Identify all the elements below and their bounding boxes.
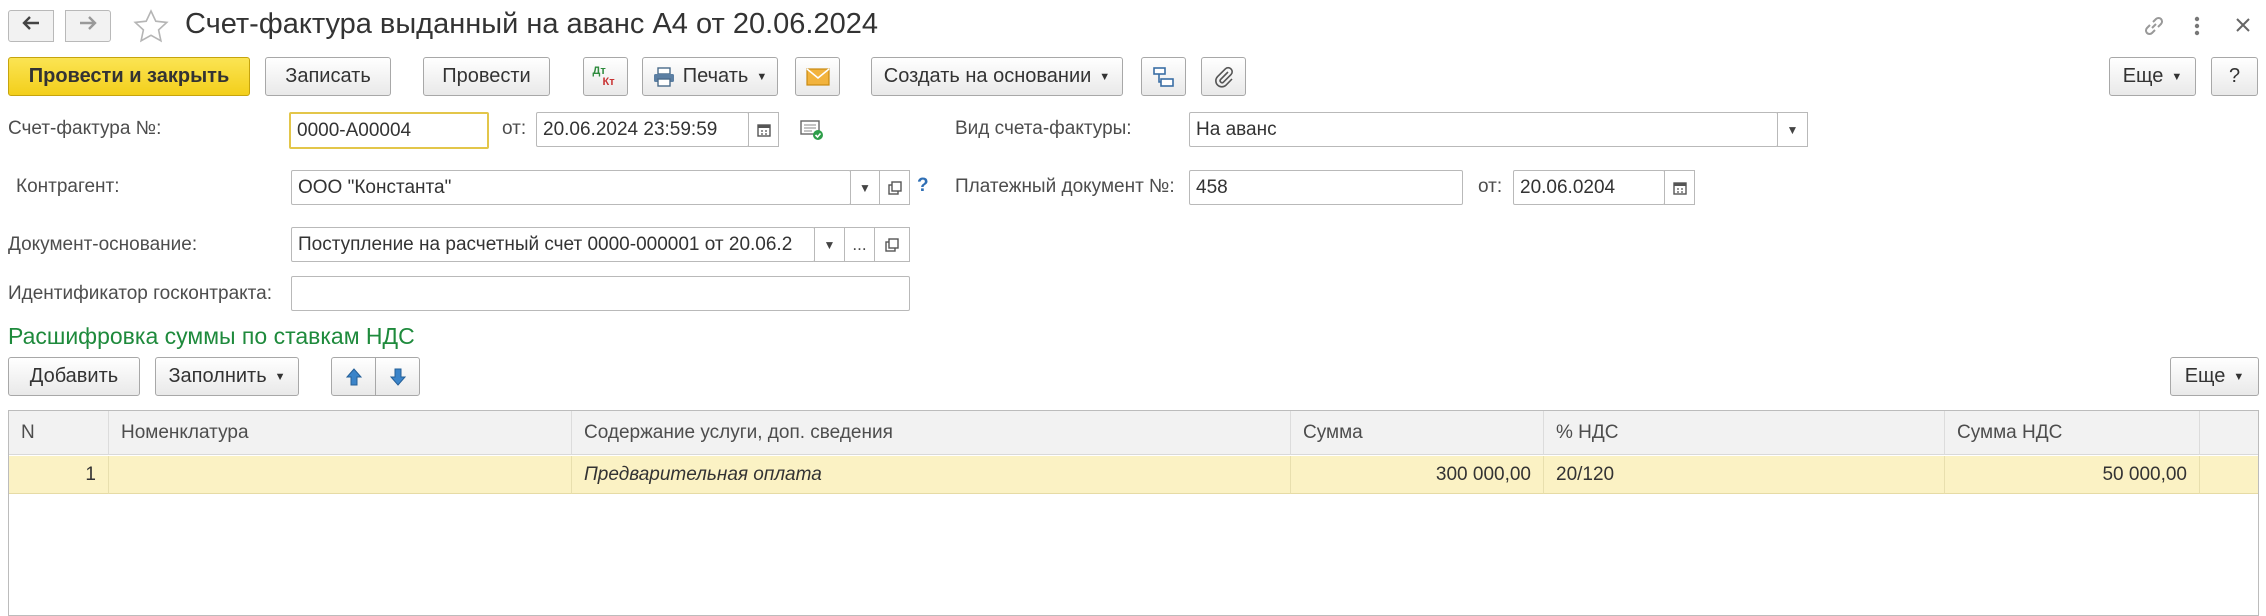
add-row-button[interactable]: Добавить — [8, 357, 140, 396]
close-icon[interactable] — [2232, 14, 2254, 42]
column-header-vat-sum[interactable]: Сумма НДС — [1945, 411, 2200, 455]
paperclip-icon — [1213, 66, 1235, 88]
table-more-button[interactable]: Еще ▼ — [2170, 357, 2259, 396]
invoice-number-label: Счет-фактура №: — [8, 118, 162, 139]
payment-date-from-label: от: — [1478, 176, 1503, 197]
invoice-type-select[interactable]: На аванс — [1189, 112, 1778, 147]
envelope-icon — [805, 67, 830, 86]
payment-date-field[interactable]: 20.06.0204 — [1513, 170, 1665, 205]
email-button[interactable] — [795, 57, 840, 96]
forward-button[interactable] — [65, 10, 111, 42]
save-button[interactable]: Записать — [265, 57, 391, 96]
invoice-date-from-label: от: — [502, 118, 527, 139]
cell-n[interactable]: 1 — [9, 456, 109, 494]
payment-document-field[interactable]: 458 — [1189, 170, 1463, 205]
fill-label: Заполнить — [168, 365, 267, 387]
chevron-down-icon: ▼ — [2171, 70, 2183, 83]
chevron-down-icon: ▼ — [274, 370, 286, 383]
arrow-left-icon — [21, 15, 41, 37]
counterparty-field[interactable]: ООО "Константа" — [291, 170, 851, 205]
base-document-label: Документ-основание: — [8, 234, 198, 255]
back-button[interactable] — [8, 10, 54, 42]
cell-spacer — [2200, 456, 2258, 494]
counterparty-dropdown-button[interactable]: ▼ — [850, 170, 880, 205]
chevron-down-icon: ▼ — [823, 237, 836, 252]
column-header-n[interactable]: N — [9, 411, 109, 455]
payment-calendar-button[interactable] — [1664, 170, 1695, 205]
chevron-down-icon: ▼ — [1786, 122, 1799, 137]
calendar-button[interactable] — [748, 112, 779, 147]
create-based-label: Создать на основании — [883, 65, 1092, 87]
counterparty-label: Контрагент: — [16, 176, 120, 197]
print-label: Печать — [682, 65, 749, 87]
cell-content[interactable]: Предварительная оплата — [572, 456, 1291, 494]
contract-id-field[interactable] — [291, 276, 910, 311]
open-window-icon — [884, 237, 900, 253]
contract-id-label: Идентификатор госконтракта: — [8, 283, 273, 304]
vat-breakdown-title: Расшифровка суммы по ставкам НДС — [8, 323, 415, 349]
arrow-down-icon — [389, 367, 407, 387]
arrow-right-icon — [78, 15, 98, 37]
column-header-item[interactable]: Номенклатура — [109, 411, 572, 455]
vat-table[interactable]: N Номенклатура Содержание услуги, доп. с… — [8, 410, 2259, 616]
payment-document-label: Платежный документ №: — [955, 176, 1175, 197]
printer-icon — [653, 66, 675, 87]
arrow-up-icon — [345, 367, 363, 387]
invoice-type-dropdown-button[interactable]: ▼ — [1777, 112, 1808, 147]
post-and-close-button[interactable]: Провести и закрыть — [8, 57, 250, 96]
invoice-type-label: Вид счета-фактуры: — [955, 118, 1132, 139]
fill-button[interactable]: Заполнить ▼ — [155, 357, 299, 396]
dt-kt-icon: Дт Кт — [591, 64, 621, 90]
create-based-on-button[interactable]: Создать на основании ▼ — [871, 57, 1123, 96]
favorite-star-icon[interactable] — [133, 9, 169, 49]
chevron-down-icon: ▼ — [756, 70, 768, 83]
chevron-down-icon: ▼ — [2233, 370, 2245, 383]
table-more-label: Еще — [2184, 365, 2226, 387]
link-icon[interactable] — [2141, 13, 2167, 45]
invoice-number-field[interactable]: 0000-А00004 — [289, 112, 489, 149]
cell-item[interactable] — [109, 456, 572, 494]
move-up-button[interactable] — [331, 357, 376, 396]
calendar-icon — [1672, 180, 1688, 196]
hierarchy-icon — [1152, 66, 1176, 88]
more-label: Еще — [2122, 65, 2164, 87]
document-check-icon[interactable] — [799, 118, 825, 148]
help-button[interactable]: ? — [2211, 57, 2258, 96]
dt-kt-button[interactable]: Дт Кт — [583, 57, 628, 96]
cell-sum[interactable]: 300 000,00 — [1291, 456, 1544, 494]
base-document-open-button[interactable] — [874, 227, 910, 262]
post-button[interactable]: Провести — [423, 57, 550, 96]
help-question-icon[interactable]: ? — [917, 175, 929, 197]
column-header-sum[interactable]: Сумма — [1291, 411, 1544, 455]
print-button[interactable]: Печать ▼ — [642, 57, 778, 96]
chevron-down-icon: ▼ — [859, 180, 871, 195]
move-down-button[interactable] — [375, 357, 420, 396]
structure-button[interactable] — [1141, 57, 1186, 96]
column-header-content[interactable]: Содержание услуги, доп. сведения — [572, 411, 1291, 455]
cell-vat-rate[interactable]: 20/120 — [1544, 456, 1945, 494]
attachment-button[interactable] — [1201, 57, 1246, 96]
more-vertical-icon[interactable] — [2191, 13, 2203, 45]
cell-vat-sum[interactable]: 50 000,00 — [1945, 456, 2200, 494]
more-button[interactable]: Еще ▼ — [2109, 57, 2196, 96]
calendar-icon — [756, 122, 772, 138]
column-header-vat-rate[interactable]: % НДС — [1544, 411, 1945, 455]
base-document-field[interactable]: Поступление на расчетный счет 0000-00000… — [291, 227, 815, 262]
counterparty-open-button[interactable] — [879, 170, 910, 205]
invoice-date-field[interactable]: 20.06.2024 23:59:59 — [536, 112, 749, 147]
column-header-spacer — [2200, 411, 2258, 455]
open-window-icon — [887, 180, 903, 196]
page-title: Счет-фактура выданный на аванс А4 от 20.… — [185, 8, 878, 40]
base-document-dropdown-button[interactable]: ▼ — [814, 227, 845, 262]
base-document-select-button[interactable]: ... — [844, 227, 875, 262]
chevron-down-icon: ▼ — [1099, 70, 1111, 83]
kt-label: Кт — [602, 75, 615, 88]
